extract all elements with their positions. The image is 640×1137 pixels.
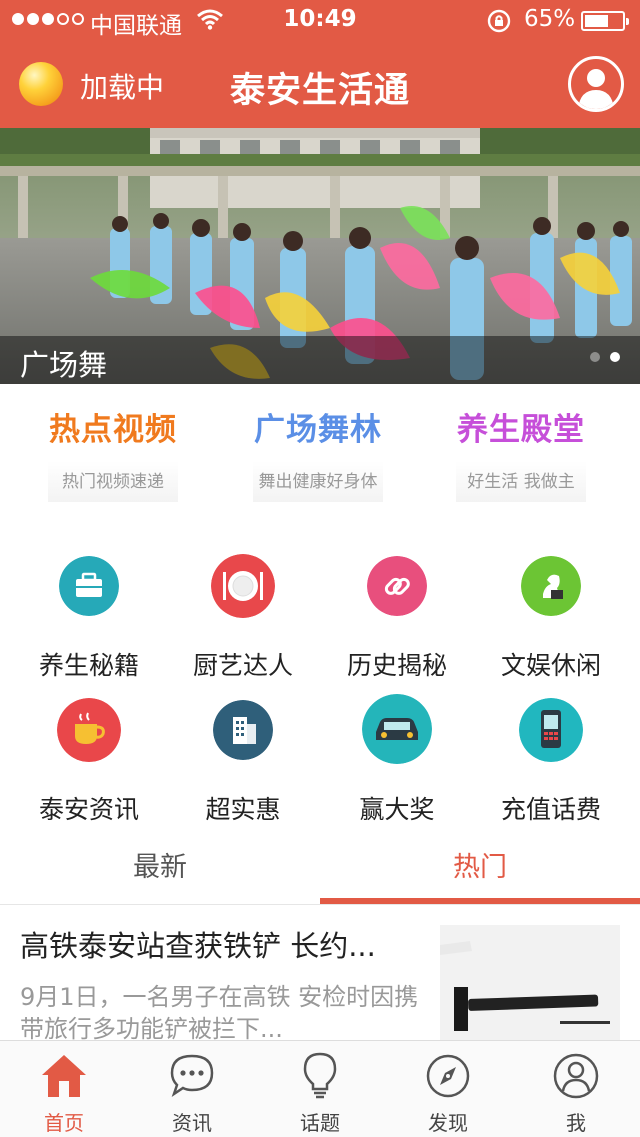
- grid-label: 泰安资讯: [38, 795, 139, 824]
- tab-hot[interactable]: 热门: [320, 836, 640, 904]
- grid-item-history[interactable]: 历史揭秘: [320, 550, 474, 690]
- phone-icon: [519, 698, 583, 762]
- nav-bar: 加载中 泰安生活通: [0, 40, 640, 128]
- featured-section: 热点视频 热门视频速递 广场舞林 舞出健康好身体 养生殿堂 好生活 我做主: [0, 384, 640, 534]
- battery-percent: 65%: [524, 6, 576, 32]
- compass-icon: [426, 1054, 470, 1098]
- grid-item-cooking[interactable]: 厨艺达人: [166, 550, 320, 690]
- app-title: 泰安生活通: [229, 71, 410, 111]
- featured-subtitle: 热门视频速递: [48, 461, 178, 502]
- grid-item-deals[interactable]: 超实惠: [166, 694, 320, 834]
- featured-card-square-dance[interactable]: 广场舞林 舞出健康好身体: [218, 404, 418, 502]
- lightbulb-icon: [303, 1052, 337, 1099]
- grid-label: 超实惠: [205, 795, 281, 824]
- news-title: 高铁泰安站查获铁铲 长约...: [20, 929, 376, 963]
- bottom-tab-label: 首页: [44, 1111, 84, 1135]
- grid-label: 厨艺达人: [192, 651, 293, 680]
- category-grid: 养生秘籍 厨艺达人 历史揭秘 文娱休闲 泰安资讯 超实惠 赢大奖 充值话费: [0, 540, 640, 830]
- status-bar: 中国联通 10:49 65%: [0, 0, 640, 40]
- coffee-cup-icon: [57, 698, 121, 762]
- bottom-tab-home[interactable]: 首页: [0, 1041, 128, 1137]
- featured-subtitle: 舞出健康好身体: [253, 461, 383, 502]
- battery-icon: [581, 11, 629, 31]
- banner-dot[interactable]: [590, 352, 600, 362]
- battery-level-fill: [585, 15, 608, 27]
- bottom-tab-me[interactable]: 我: [512, 1041, 640, 1137]
- link-icon: [367, 556, 427, 616]
- bottom-tab-bar: 首页 资讯 话题 发现 我: [0, 1040, 640, 1137]
- user-avatar-icon: [578, 69, 614, 109]
- briefcase-icon: [59, 556, 119, 616]
- user-avatar-button[interactable]: [568, 56, 624, 112]
- building-icon: [213, 700, 273, 760]
- chess-icon: [521, 556, 581, 616]
- grid-item-entertainment[interactable]: 文娱休闲: [474, 550, 628, 690]
- banner-caption-bar: 广场舞: [0, 336, 640, 384]
- featured-title: 广场舞林: [254, 412, 382, 448]
- banner-caption: 广场舞: [20, 348, 108, 382]
- featured-card-hot-video[interactable]: 热点视频 热门视频速递: [13, 404, 213, 502]
- bottom-tab-label: 话题: [300, 1111, 340, 1135]
- user-icon: [553, 1053, 599, 1099]
- bottom-tab-discover[interactable]: 发现: [384, 1041, 512, 1137]
- app-header: 中国联通 10:49 65% 加载中 泰安生活通: [0, 0, 640, 128]
- banner-carousel[interactable]: 广场舞: [0, 128, 640, 384]
- grid-item-taian-news[interactable]: 泰安资讯: [12, 694, 166, 834]
- bottom-tab-label: 发现: [428, 1111, 468, 1135]
- rotation-lock-icon: [487, 9, 511, 33]
- grid-item-health-tips[interactable]: 养生秘籍: [12, 550, 166, 690]
- grid-label: 养生秘籍: [38, 651, 139, 680]
- news-tabs: 最新 热门: [0, 836, 640, 905]
- chat-bubble-icon: [170, 1054, 214, 1098]
- grid-label: 充值话费: [500, 795, 601, 824]
- bottom-tab-news[interactable]: 资讯: [128, 1041, 256, 1137]
- bottom-tab-label: 资讯: [172, 1111, 212, 1135]
- home-icon: [42, 1055, 86, 1097]
- news-thumbnail: [440, 925, 620, 1040]
- featured-card-health[interactable]: 养生殿堂 好生活 我做主: [421, 404, 621, 502]
- tab-latest[interactable]: 最新: [0, 836, 320, 904]
- news-list-item[interactable]: 高铁泰安站查获铁铲 长约... 9月1日，一名男子在高铁 安检时因携带旅行多功能…: [0, 905, 640, 1040]
- grid-label: 历史揭秘: [346, 651, 447, 680]
- banner-dot[interactable]: [610, 352, 620, 362]
- featured-title: 热点视频: [49, 412, 177, 448]
- grid-label: 文娱休闲: [500, 651, 601, 680]
- bottom-tab-label: 我: [566, 1111, 586, 1135]
- featured-title: 养生殿堂: [457, 412, 585, 448]
- news-summary: 9月1日，一名男子在高铁 安检时因携带旅行多功能铲被拦下...: [20, 983, 419, 1040]
- grid-item-phone-topup[interactable]: 充值话费: [474, 694, 628, 834]
- plate-icon: [211, 554, 275, 618]
- car-icon: [362, 694, 432, 764]
- grid-label: 赢大奖: [359, 795, 435, 824]
- banner-page-indicator[interactable]: [590, 352, 620, 362]
- featured-subtitle: 好生活 我做主: [456, 461, 586, 502]
- grid-item-prizes[interactable]: 赢大奖: [320, 694, 474, 834]
- news-thumbnail-image: [440, 925, 620, 1040]
- bottom-tab-topics[interactable]: 话题: [256, 1041, 384, 1137]
